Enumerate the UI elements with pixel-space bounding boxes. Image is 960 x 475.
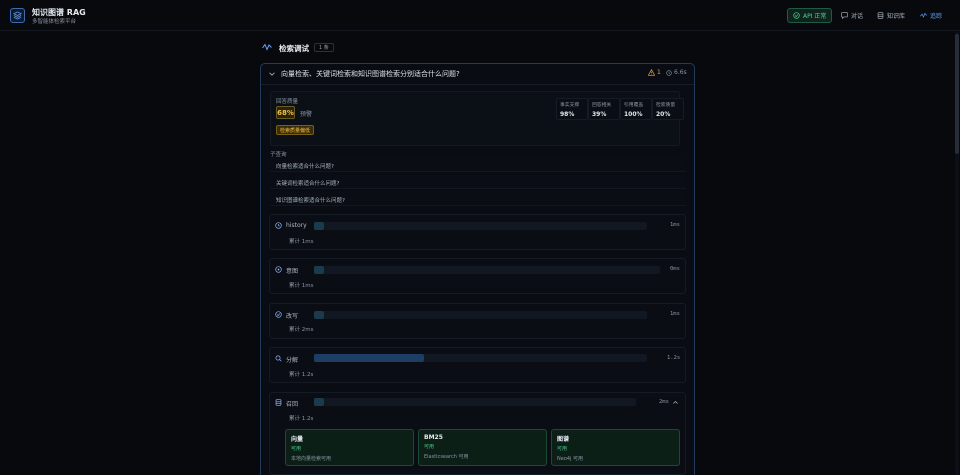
step-bar-track	[314, 398, 636, 406]
warning-icon	[648, 69, 655, 76]
chevron-up-icon[interactable]	[672, 399, 679, 406]
metric-value: 98%	[560, 111, 575, 118]
metric-value: 100%	[624, 111, 643, 118]
target-icon	[275, 266, 282, 273]
metric-label: 引用覆盖	[624, 103, 644, 108]
nav-chat-label: 对话	[851, 13, 864, 20]
step-cumulative: 累计 1.2s	[289, 372, 314, 378]
metric-label: 回答相关	[592, 103, 612, 108]
source-name: 向量	[291, 436, 304, 443]
quality-level: 预警	[300, 111, 313, 118]
activity-icon	[920, 12, 927, 18]
step-bar-fill	[314, 266, 324, 274]
metric-card: 引用覆盖 100%	[620, 98, 652, 120]
pipeline-step[interactable]	[269, 258, 686, 294]
subquery-item: 知识图谱检索适合什么问题?	[270, 192, 686, 206]
elapsed-value: 6.6s	[674, 69, 687, 76]
step-cumulative: 累计 1.2s	[289, 416, 314, 422]
step-duration: 0ms	[670, 266, 680, 272]
database-icon	[275, 399, 282, 406]
activity-icon	[262, 43, 272, 51]
nav-trace[interactable]: 追踪	[915, 8, 947, 23]
step-bar-track	[314, 266, 660, 274]
page-title: 检索调试	[279, 44, 309, 53]
metric-label: 事实支撑	[560, 103, 580, 108]
source-desc: Neo4j 可用	[557, 456, 584, 462]
source-card: 向量 可用 本地向量检索可用	[285, 429, 414, 466]
chevron-down-icon[interactable]	[268, 70, 276, 78]
step-duration: 2ms	[659, 399, 669, 405]
source-card: 图谱 可用 Neo4j 可用	[551, 429, 680, 466]
source-name: 图谱	[557, 436, 570, 443]
nav-trace-label: 追踪	[930, 13, 943, 20]
source-name: BM25	[424, 434, 443, 441]
search-icon	[275, 355, 282, 362]
quality-badge: 检索质量偏低	[276, 125, 315, 135]
divider	[261, 84, 694, 85]
metric-card: 检索质量 20%	[652, 98, 684, 120]
subquery-item: 关键词检索适合什么问题?	[270, 175, 686, 189]
metric-value: 20%	[656, 111, 671, 118]
step-cumulative: 累计 1ms	[289, 283, 314, 289]
subquery-label: 子查询	[270, 152, 287, 158]
step-bar-fill	[314, 354, 424, 362]
pipeline-step[interactable]	[269, 303, 686, 339]
step-cumulative: 累计 2ms	[289, 327, 314, 333]
step-name: 召回	[286, 401, 299, 408]
scrollbar-thumb[interactable]	[955, 34, 959, 154]
step-duration: 1ms	[670, 222, 680, 228]
metric-label: 检索质量	[656, 103, 676, 108]
metric-card: 事实支撑 98%	[556, 98, 588, 120]
warning-count: 1	[657, 69, 661, 76]
step-bar-fill	[314, 222, 324, 230]
chat-icon	[841, 12, 848, 19]
nav-kb-label: 知识库	[887, 13, 906, 20]
step-bar-fill	[314, 398, 324, 406]
quality-score: 68%	[276, 106, 295, 119]
elapsed-time: 6.6s	[666, 69, 687, 76]
check-circle-icon	[275, 311, 282, 318]
step-duration: 1ms	[670, 311, 680, 317]
step-duration: 1.2s	[667, 355, 681, 361]
database-icon	[877, 12, 884, 19]
metric-value: 39%	[592, 111, 607, 118]
step-bar-track	[314, 222, 647, 230]
metric-card: 回答相关 39%	[588, 98, 620, 120]
query-text[interactable]: 向量检索、关键词检索和知识图谱检索分别适合什么问题?	[281, 69, 460, 79]
api-status-button[interactable]: API 正常	[787, 8, 833, 23]
source-status: 可用	[424, 444, 435, 450]
pipeline-step[interactable]	[269, 214, 686, 250]
nav-knowledge-base[interactable]: 知识库	[872, 8, 910, 23]
clock-icon	[275, 222, 282, 229]
logo	[10, 8, 25, 23]
step-bar-fill	[314, 311, 324, 319]
subquery-item: 向量检索适合什么问题?	[270, 158, 686, 172]
source-status: 可用	[557, 446, 568, 452]
quality-label: 回答质量	[276, 99, 299, 105]
step-bar-track	[314, 311, 647, 319]
warning-indicator: 1	[648, 69, 661, 76]
step-name: 意图	[286, 268, 299, 275]
app-subtitle: 多智能体检索平台	[32, 19, 77, 25]
count-badge: 1 条	[314, 43, 334, 52]
source-status: 可用	[291, 446, 302, 452]
step-cumulative: 累计 1ms	[289, 239, 314, 245]
pipeline-step[interactable]	[269, 347, 686, 383]
step-name: 改写	[286, 313, 299, 320]
source-desc: 本地向量检索可用	[291, 456, 332, 462]
step-name: history	[286, 222, 307, 229]
check-circle-icon	[793, 12, 800, 19]
source-card: BM25 可用 Elasticsearch 可用	[418, 429, 547, 466]
layers-icon	[13, 11, 22, 20]
nav-chat[interactable]: 对话	[836, 8, 868, 23]
clock-icon	[666, 69, 672, 76]
api-status-label: API 正常	[803, 13, 827, 20]
step-name: 分解	[286, 357, 299, 364]
source-desc: Elasticsearch 可用	[424, 454, 469, 460]
